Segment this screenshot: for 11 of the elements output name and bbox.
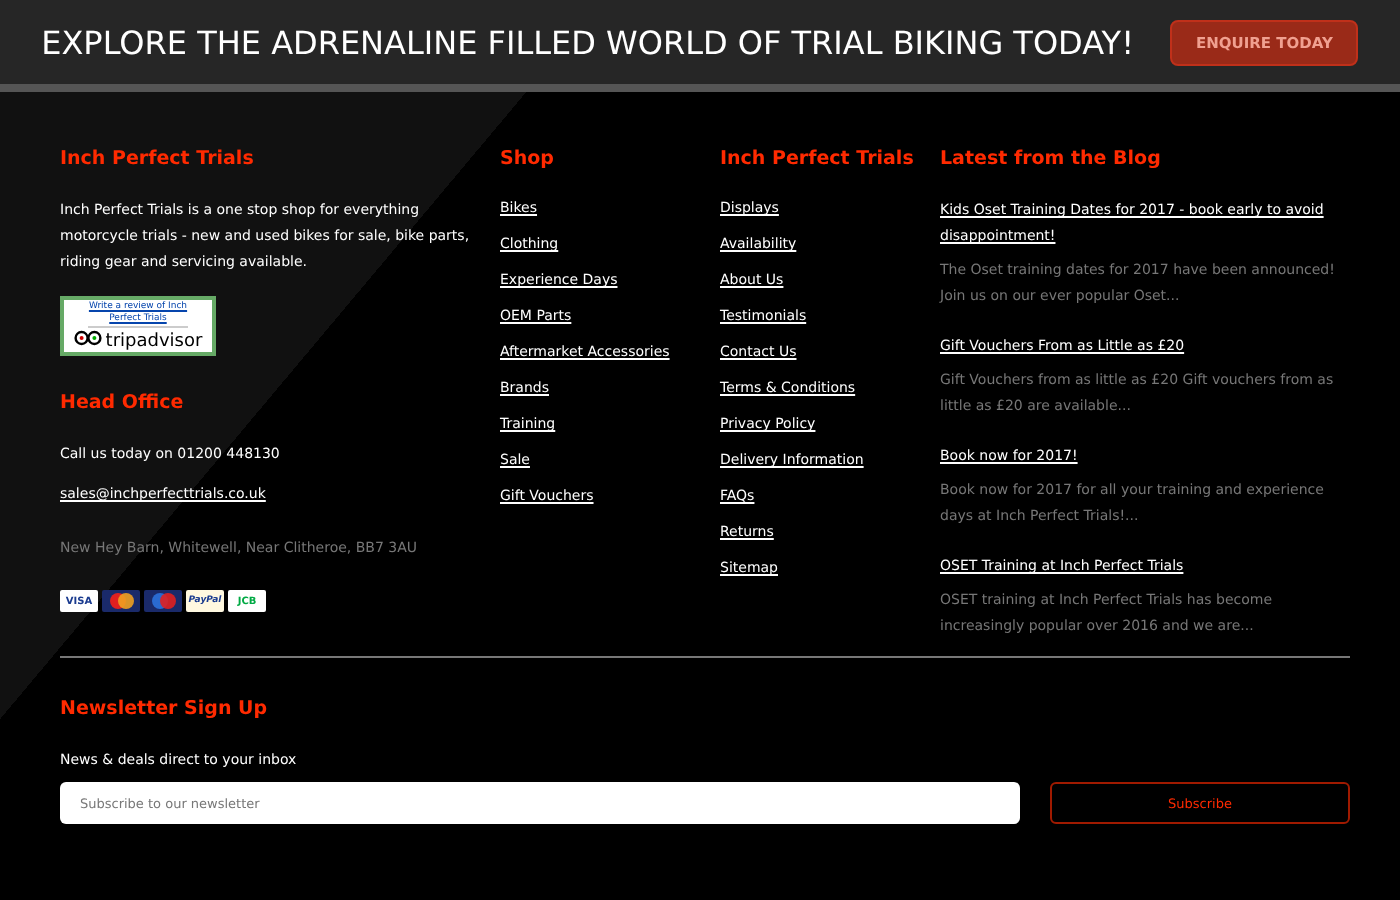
- column-heading: Inch Perfect Trials: [60, 148, 256, 170]
- owl-eyes-icon: [73, 330, 102, 346]
- payment-card-icon: [144, 590, 182, 612]
- column-heading: Latest from the Blog: [940, 148, 1163, 170]
- banner-headline: EXPLORE THE ADRENALINE FILLED WORLD OF TRIAL BIKING TODAY!: [41, 23, 1134, 61]
- column-heading: Shop: [500, 148, 556, 170]
- column-heading: Inch Perfect Trials: [720, 148, 916, 170]
- payment-card-icon: [102, 590, 140, 612]
- newsletter-heading: Newsletter Sign Up: [60, 698, 270, 720]
- column-heading: Head Office: [60, 392, 186, 414]
- review-logo-text: tripadvisor: [105, 331, 203, 351]
